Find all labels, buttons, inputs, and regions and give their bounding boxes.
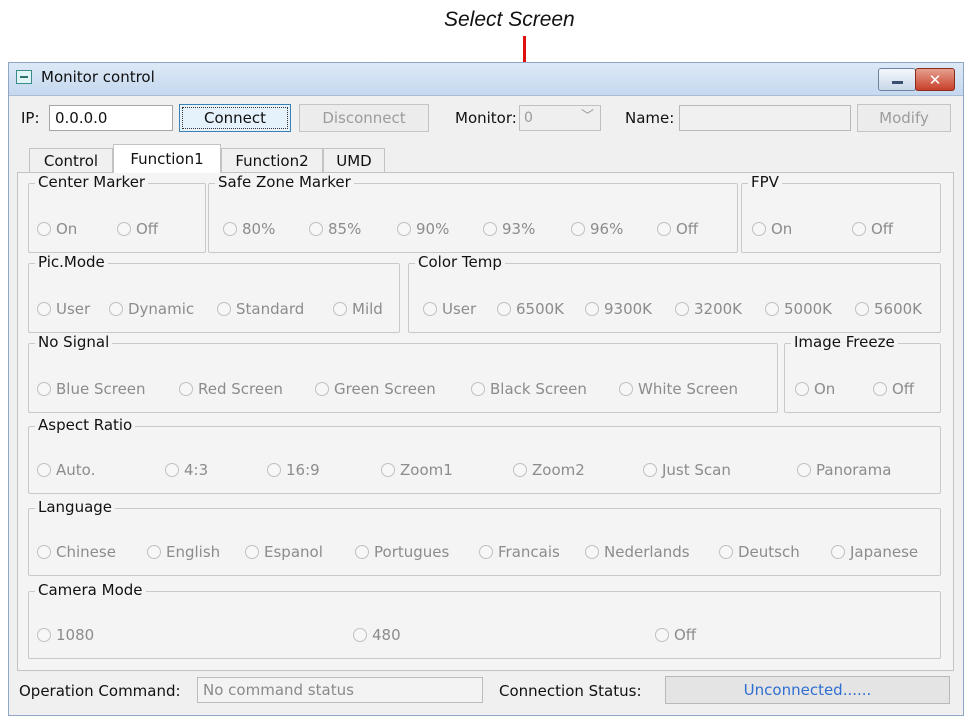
- language-nederlands-radio[interactable]: Nederlands: [585, 543, 690, 561]
- pic-mode-group: Pic.Mode User Dynamic Standard Mild: [28, 253, 400, 333]
- operation-command-label: Operation Command:: [19, 682, 181, 700]
- language-chinese-radio[interactable]: Chinese: [37, 543, 116, 561]
- pic-mode-user-radio[interactable]: User: [37, 300, 90, 318]
- image-freeze-group: Image Freeze On Off: [784, 333, 941, 413]
- image-freeze-title: Image Freeze: [791, 333, 898, 351]
- tab-control[interactable]: Control: [29, 148, 113, 172]
- pic-mode-title: Pic.Mode: [35, 253, 108, 271]
- aspect-ratio-just-scan-radio[interactable]: Just Scan: [643, 461, 731, 479]
- pic-mode-standard-radio[interactable]: Standard: [217, 300, 304, 318]
- no-signal-green-screen-radio[interactable]: Green Screen: [315, 380, 436, 398]
- function1-panel: Center Marker On Off Safe Zone Marker 80…: [17, 172, 954, 671]
- operation-command-field: No command status: [197, 677, 483, 703]
- camera-mode-1080-radio[interactable]: 1080: [37, 626, 94, 644]
- aspect-ratio-title: Aspect Ratio: [35, 416, 136, 434]
- no-signal-black-screen-radio[interactable]: Black Screen: [471, 380, 587, 398]
- pic-mode-mild-radio[interactable]: Mild: [333, 300, 383, 318]
- ip-input[interactable]: 0.0.0.0: [49, 105, 173, 131]
- name-input[interactable]: [679, 105, 851, 131]
- color-temp-title: Color Temp: [415, 253, 505, 271]
- connect-button[interactable]: Connect: [179, 104, 291, 132]
- language-english-radio[interactable]: English: [147, 543, 220, 561]
- no-signal-group: No Signal Blue Screen Red Screen Green S…: [28, 333, 778, 413]
- window-title: Monitor control: [41, 68, 155, 86]
- monitor-control-window: Monitor control ✕ IP: 0.0.0.0 Connect Di…: [8, 62, 964, 716]
- language-francais-radio[interactable]: Francais: [479, 543, 560, 561]
- camera-mode-off-radio[interactable]: Off: [655, 626, 696, 644]
- connection-status-label: Connection Status:: [499, 682, 642, 700]
- safe-zone-off-radio[interactable]: Off: [657, 220, 698, 238]
- camera-mode-group: Camera Mode 1080 480 Off: [28, 581, 941, 659]
- aspect-ratio-16-9-radio[interactable]: 16:9: [267, 461, 320, 479]
- safe-zone-90-radio[interactable]: 90%: [397, 220, 449, 238]
- safe-zone-96-radio[interactable]: 96%: [571, 220, 623, 238]
- fpv-on-radio[interactable]: On: [752, 220, 792, 238]
- language-group: Language Chinese English Espanol Portugu…: [28, 498, 941, 576]
- color-temp-3200k-radio[interactable]: 3200K: [675, 300, 742, 318]
- no-signal-white-screen-radio[interactable]: White Screen: [619, 380, 738, 398]
- language-portugues-radio[interactable]: Portugues: [355, 543, 449, 561]
- aspect-ratio-group: Aspect Ratio Auto. 4:3 16:9 Zoom1 Zoom2 …: [28, 416, 941, 494]
- connection-status-field: Unconnected......: [665, 676, 950, 704]
- center-marker-off-radio[interactable]: Off: [117, 220, 158, 238]
- camera-mode-480-radio[interactable]: 480: [353, 626, 401, 644]
- safe-zone-93-radio[interactable]: 93%: [483, 220, 535, 238]
- camera-mode-title: Camera Mode: [35, 581, 146, 599]
- color-temp-6500k-radio[interactable]: 6500K: [497, 300, 564, 318]
- color-temp-9300k-radio[interactable]: 9300K: [585, 300, 652, 318]
- language-deutsch-radio[interactable]: Deutsch: [719, 543, 800, 561]
- tab-umd[interactable]: UMD: [323, 148, 385, 172]
- safe-zone-marker-group: Safe Zone Marker 80% 85% 90% 93% 96% Off: [208, 173, 738, 253]
- center-marker-group: Center Marker On Off: [28, 173, 206, 253]
- status-bar: Operation Command: No command status Con…: [9, 673, 961, 709]
- color-temp-user-radio[interactable]: User: [423, 300, 476, 318]
- modify-button[interactable]: Modify: [857, 104, 951, 132]
- fpv-group: FPV On Off: [741, 173, 941, 253]
- image-freeze-on-radio[interactable]: On: [795, 380, 835, 398]
- ip-label: IP:: [21, 109, 40, 127]
- close-button[interactable]: ✕: [915, 68, 955, 91]
- language-title: Language: [35, 498, 116, 516]
- chevron-down-icon: ﹀: [580, 109, 594, 124]
- safe-zone-marker-title: Safe Zone Marker: [215, 173, 354, 191]
- language-japanese-radio[interactable]: Japanese: [831, 543, 918, 561]
- center-marker-title: Center Marker: [35, 173, 149, 191]
- center-marker-on-radio[interactable]: On: [37, 220, 77, 238]
- minimize-button[interactable]: [878, 68, 916, 91]
- name-label: Name:: [625, 109, 675, 127]
- tab-function1[interactable]: Function1: [113, 144, 221, 173]
- safe-zone-80-radio[interactable]: 80%: [223, 220, 275, 238]
- monitor-select[interactable]: 0 ﹀: [519, 105, 601, 131]
- no-signal-title: No Signal: [35, 333, 113, 351]
- title-bar: Monitor control ✕: [9, 63, 963, 96]
- monitor-select-value: 0: [524, 110, 533, 126]
- fpv-title: FPV: [748, 173, 782, 191]
- safe-zone-85-radio[interactable]: 85%: [309, 220, 361, 238]
- aspect-ratio-4-3-radio[interactable]: 4:3: [165, 461, 208, 479]
- color-temp-group: Color Temp User 6500K 9300K 3200K 5000K …: [408, 253, 941, 333]
- minimize-icon: [891, 81, 903, 84]
- language-espanol-radio[interactable]: Espanol: [245, 543, 323, 561]
- color-temp-5000k-radio[interactable]: 5000K: [765, 300, 832, 318]
- no-signal-red-screen-radio[interactable]: Red Screen: [179, 380, 283, 398]
- fpv-off-radio[interactable]: Off: [852, 220, 893, 238]
- monitor-label: Monitor:: [455, 109, 517, 127]
- color-temp-5600k-radio[interactable]: 5600K: [855, 300, 922, 318]
- image-freeze-off-radio[interactable]: Off: [873, 380, 914, 398]
- aspect-ratio-panorama-radio[interactable]: Panorama: [797, 461, 891, 479]
- aspect-ratio-auto-radio[interactable]: Auto.: [37, 461, 95, 479]
- no-signal-blue-screen-radio[interactable]: Blue Screen: [37, 380, 146, 398]
- tab-function2[interactable]: Function2: [221, 148, 323, 172]
- disconnect-button[interactable]: Disconnect: [299, 104, 429, 132]
- pic-mode-dynamic-radio[interactable]: Dynamic: [109, 300, 194, 318]
- aspect-ratio-zoom1-radio[interactable]: Zoom1: [381, 461, 453, 479]
- window-app-icon: [16, 70, 32, 84]
- close-icon: ✕: [928, 70, 942, 89]
- annotation-label: Select Screen: [444, 8, 575, 31]
- aspect-ratio-zoom2-radio[interactable]: Zoom2: [513, 461, 585, 479]
